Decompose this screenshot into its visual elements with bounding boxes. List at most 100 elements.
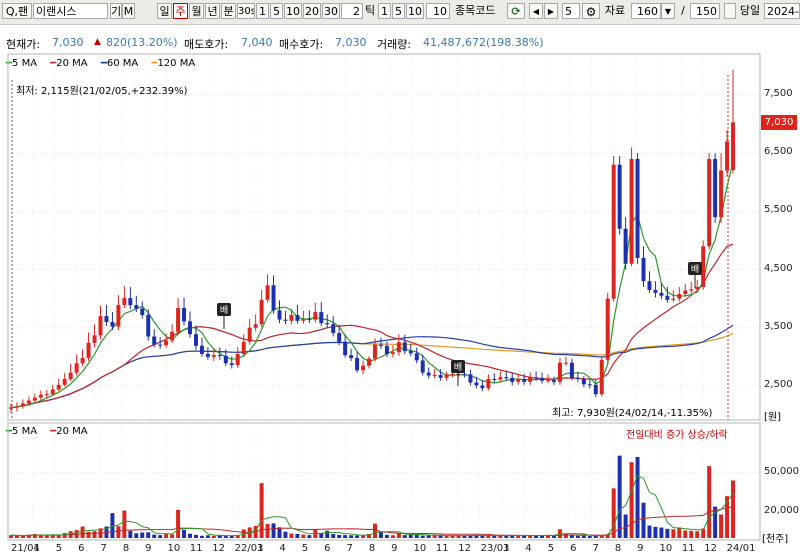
candle-body [241,341,246,354]
candle [86,332,91,361]
volume-bar [140,532,145,538]
volume-bar [307,535,312,538]
time-tick-label: 10 [167,543,181,554]
candle [343,334,348,358]
volume-bar [122,510,127,538]
candle-body [217,355,222,357]
volume-bar [62,533,67,538]
candle [468,369,473,386]
time-tick-label: 11 [435,543,449,554]
volume-bar [581,535,586,538]
candle [444,371,449,381]
time-tick-label: 6 [570,543,577,554]
candle-body [50,389,55,395]
candle [68,363,73,382]
volume-bar [32,533,37,538]
candle [396,334,401,356]
event-marker-1[interactable]: 배 [217,303,231,329]
volume-bar [170,534,175,538]
candle-body [534,377,539,379]
candle [599,356,604,397]
volume-bar [373,523,377,538]
candle-body [623,228,628,264]
candle [605,292,610,363]
candle-body [373,344,377,359]
grid-lines [8,54,760,540]
candle-body [731,122,735,171]
candle-body [128,298,133,306]
candle-body [408,351,413,354]
volume-bar [432,535,437,538]
candle-body [32,397,37,401]
candle-body [683,290,688,295]
candle-body [456,373,461,375]
volume-bar [444,535,449,538]
candle [355,351,360,373]
volume-bar [540,535,545,538]
candle-body [80,358,85,364]
candle-body [211,355,216,357]
volume-bar [689,530,694,538]
volume-bar [152,534,157,538]
volume-bar [211,535,216,538]
candle-body [689,289,694,291]
volume-note: 전일대비 증가 상승/하락 [626,430,728,441]
candle [325,314,330,328]
candle-body [152,336,157,345]
candle-body [176,307,181,332]
volume-bar [587,536,592,538]
candle-body [337,333,342,342]
candle-body [289,314,294,321]
candle-body [402,342,407,352]
candle-body [26,400,31,404]
volume-bar [193,534,198,538]
candle-body [522,378,527,382]
candle [719,153,724,223]
candle [205,346,210,360]
candle-body [396,342,401,353]
event-marker-3[interactable]: 배 [688,262,702,288]
volume-bar [295,533,300,538]
candle [56,378,61,392]
candle-body [438,374,443,378]
candle-body [235,353,240,366]
candle [98,305,103,340]
candle [74,354,79,376]
candle [331,316,336,337]
candle [176,298,181,335]
high-annotation: 최고: 7,930원(24/02/14,-11.35%) [552,408,713,419]
candlesticks [9,69,735,413]
volume-bar [182,529,187,538]
candle [301,310,306,324]
candle-body [193,334,198,346]
moving-average-lines [10,161,734,409]
candle-body [575,377,580,379]
ma60-line [10,324,734,409]
volume-bar [176,509,181,538]
volume-bar [271,523,276,538]
candle-body [277,310,282,320]
volume-bar [641,502,646,538]
candle-body [510,377,515,382]
event-marker-2[interactable]: 배 [451,360,465,386]
volume-bar [683,530,688,538]
price-panel-border [7,53,761,421]
candle [731,69,735,174]
candle-body [253,324,258,328]
candle-body [605,298,610,360]
candle [319,302,324,327]
candle-body [444,374,449,378]
candle-body [313,312,318,320]
candle [295,305,300,324]
time-tick-label: 9 [637,543,644,554]
candle-body [134,305,139,309]
candle-body [695,287,700,290]
candle-body [205,353,210,357]
price-tick-label: 4,500 [764,262,793,274]
candle-body [707,158,712,247]
candle [265,274,270,303]
candle-body [271,285,276,311]
time-tick-label: 12 [212,543,225,554]
time-tick-label: 24/01 [726,543,756,554]
candle-body [122,298,127,306]
